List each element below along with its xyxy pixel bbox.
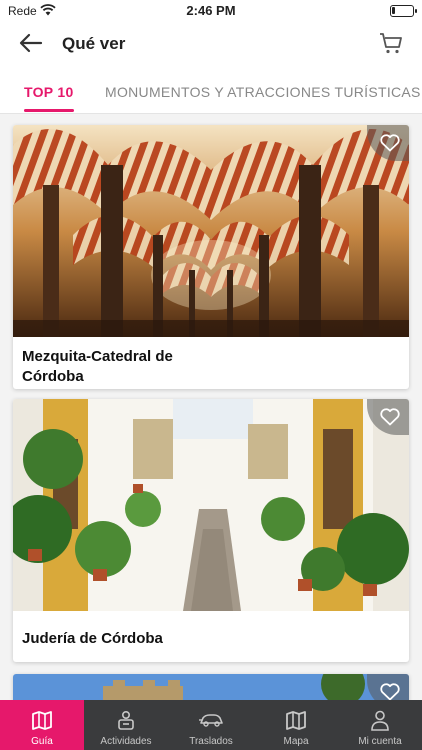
juderia-photo bbox=[13, 399, 409, 611]
status-bar: Rede 2:46 PM bbox=[0, 0, 422, 22]
nav-traslados[interactable]: Traslados bbox=[168, 700, 254, 750]
car-icon bbox=[198, 709, 224, 734]
nav-label: Actividades bbox=[100, 736, 152, 747]
place-card[interactable]: Mezquita-Catedral de Córdoba bbox=[13, 125, 409, 389]
battery-icon bbox=[390, 5, 417, 17]
page-title: Qué ver bbox=[62, 34, 126, 53]
nav-label: Mi cuenta bbox=[358, 736, 402, 747]
heart-outline-icon bbox=[380, 408, 400, 426]
back-arrow-icon[interactable] bbox=[18, 31, 44, 55]
place-card[interactable]: Judería de Córdoba bbox=[13, 399, 409, 662]
user-icon bbox=[369, 709, 391, 734]
nav-actividades[interactable]: Actividades bbox=[84, 700, 168, 750]
place-name: Judería de Córdoba bbox=[22, 630, 163, 647]
mezquita-photo bbox=[13, 125, 409, 337]
bottom-navigation: Guía Actividades Traslados Mapa Mi cuent… bbox=[0, 700, 422, 750]
cart-icon[interactable] bbox=[378, 30, 404, 56]
app-header: Qué ver bbox=[0, 22, 422, 64]
category-tabs: TOP 10 MONUMENTOS Y ATRACCIONES TURÍSTIC… bbox=[0, 64, 422, 114]
tab-monumentos[interactable]: MONUMENTOS Y ATRACCIONES TURÍSTICAS bbox=[105, 84, 421, 100]
nav-label: Mapa bbox=[283, 736, 309, 747]
clock: 2:46 PM bbox=[186, 3, 236, 18]
nav-mapa[interactable]: Mapa bbox=[254, 700, 338, 750]
heart-outline-icon bbox=[380, 134, 400, 152]
nav-guia[interactable]: Guía bbox=[0, 700, 84, 750]
nav-label: Traslados bbox=[189, 736, 233, 747]
map-icon bbox=[285, 709, 307, 734]
activities-icon bbox=[115, 709, 137, 734]
guide-map-icon bbox=[31, 709, 53, 734]
place-name: Mezquita-Catedral de Córdoba bbox=[22, 348, 173, 385]
heart-outline-icon bbox=[380, 683, 400, 701]
nav-label: Guía bbox=[31, 736, 53, 747]
tab-top-10[interactable]: TOP 10 bbox=[24, 84, 74, 112]
nav-mi-cuenta[interactable]: Mi cuenta bbox=[338, 700, 422, 750]
